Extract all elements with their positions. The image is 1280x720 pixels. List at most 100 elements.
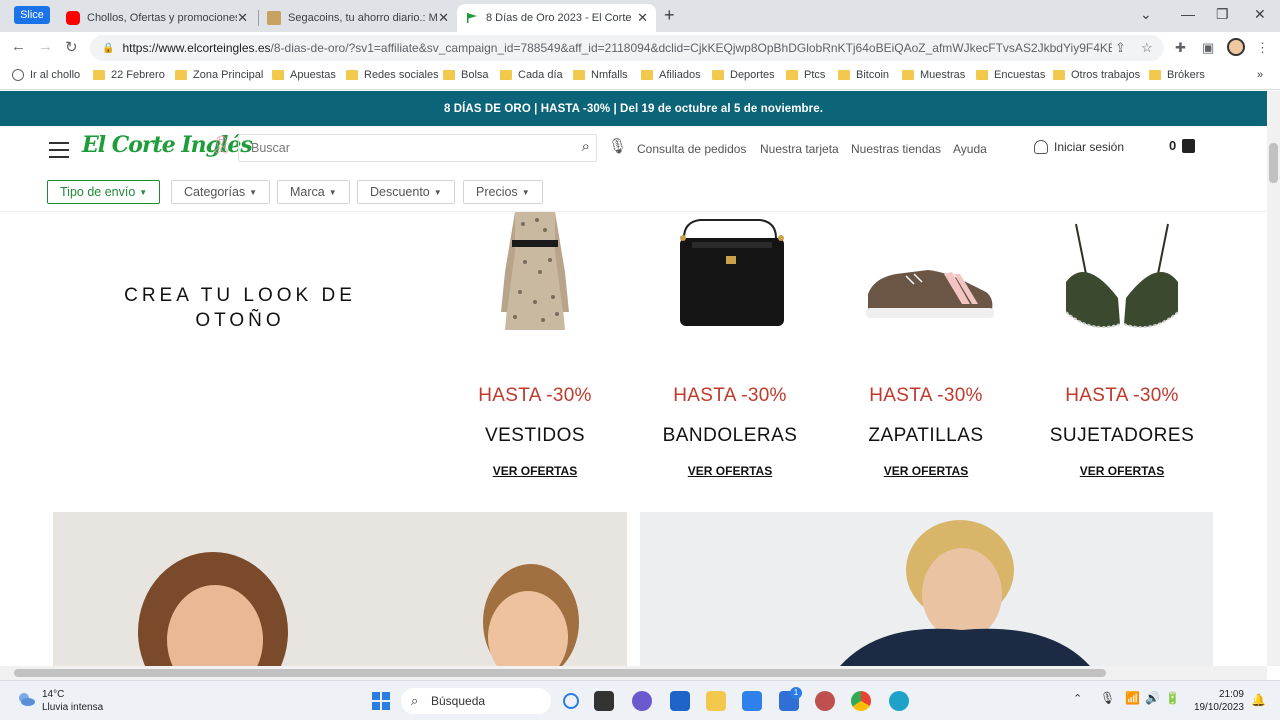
bookmark-folder[interactable]: Otros trabajos — [1053, 69, 1140, 81]
link-nuestras-tiendas[interactable]: Nuestras tiendas — [851, 142, 941, 156]
tab-elcorteingles-active[interactable]: 8 Días de Oro 2023 - El Corte Ing ✕ — [457, 4, 656, 32]
ver-ofertas-link[interactable]: VER OFERTAS — [1032, 464, 1212, 478]
bookmark-ir-al-chollo[interactable]: Ir al chollo — [12, 69, 80, 81]
side-panel-icon[interactable]: ▣ — [1202, 40, 1214, 56]
bookmarks-bar: Ir al chollo 22 Febrero Zona Principal A… — [0, 63, 1280, 90]
link-nuestra-tarjeta[interactable]: Nuestra tarjeta — [760, 142, 839, 156]
close-tab-icon[interactable]: ✕ — [637, 10, 648, 26]
profile-avatar[interactable] — [1227, 38, 1245, 56]
handbag-image[interactable] — [640, 212, 820, 337]
filter-tipo-envio[interactable]: Tipo de envío ▼ — [47, 180, 161, 204]
app-s-icon[interactable] — [670, 691, 690, 711]
slice-extension-button[interactable]: Slice — [14, 6, 50, 24]
bookmark-folder[interactable]: Apuestas — [272, 69, 336, 81]
teen-banner-image[interactable] — [640, 512, 1213, 666]
microphone-icon[interactable]: 🎙 — [608, 137, 627, 155]
bookmark-folder[interactable]: Nmfalls — [573, 69, 628, 81]
product-card-bandoleras[interactable]: HASTA -30% BANDOLERAS VER OFERTAS — [640, 212, 820, 478]
close-window-icon[interactable]: ✕ — [1254, 6, 1266, 23]
product-card-sujetadores[interactable]: HASTA -30% SUJETADORES VER OFERTAS — [1032, 212, 1212, 478]
taskbar-search-label: Búsqueda — [431, 694, 486, 708]
link-consulta-pedidos[interactable]: Consulta de pedidos — [637, 142, 746, 156]
bookmark-folder[interactable]: Cada día — [500, 69, 563, 81]
link-ayuda[interactable]: Ayuda — [953, 142, 987, 156]
windows-start-icon[interactable] — [372, 692, 390, 710]
teams-chat-icon[interactable] — [632, 691, 652, 711]
tab-segacoins[interactable]: Segacoins, tu ahorro diario.: Mej ✕ — [259, 4, 457, 32]
bookmark-folder[interactable]: 22 Febrero — [93, 69, 165, 81]
promo-banner[interactable]: 8 DÍAS DE ORO | HASTA -30% | Del 19 de o… — [0, 91, 1267, 126]
microphone-icon[interactable]: 🎙 — [1100, 691, 1115, 705]
bookmark-folder[interactable]: Ptcs — [786, 69, 825, 81]
menu-icon[interactable]: ⋮ — [1256, 40, 1269, 56]
bookmark-folder[interactable]: Encuestas — [976, 69, 1045, 81]
tab-chollos[interactable]: Chollos, Ofertas y promociones ✕ — [58, 4, 256, 32]
close-tab-icon[interactable]: ✕ — [237, 10, 248, 26]
volume-icon[interactable]: 🔊 — [1145, 691, 1160, 705]
bookmark-folder[interactable]: Brókers — [1149, 69, 1205, 81]
app-red-icon[interactable] — [815, 691, 835, 711]
extensions-icon[interactable]: ✚ — [1175, 40, 1186, 56]
bookmark-folder[interactable]: Afiliados — [641, 69, 701, 81]
cart-button[interactable]: 0 — [1169, 138, 1196, 153]
bookmark-folder[interactable]: Bolsa — [443, 69, 489, 81]
address-bar[interactable]: 🔒 https://www.elcorteingles.es/8-dias-de… — [90, 35, 1164, 61]
folder-icon — [902, 70, 914, 80]
product-card-zapatillas[interactable]: HASTA -30% ZAPATILLAS VER OFERTAS — [836, 212, 1016, 478]
scrollbar-thumb[interactable] — [1269, 143, 1278, 183]
wifi-icon[interactable]: 📶 — [1125, 691, 1140, 705]
bookmark-folder[interactable]: Muestras — [902, 69, 965, 81]
chrome-icon[interactable] — [851, 691, 871, 711]
weather-icon[interactable] — [16, 691, 36, 709]
battery-icon[interactable]: 🔋 — [1165, 691, 1180, 705]
horizontal-scrollbar[interactable] — [0, 666, 1267, 680]
edge-icon[interactable] — [889, 691, 909, 711]
vertical-scrollbar[interactable] — [1267, 91, 1280, 666]
clock-time: 21:09 — [1218, 689, 1244, 700]
share-icon[interactable]: ⇪ — [1115, 40, 1126, 56]
login-button[interactable]: Iniciar sesión — [1034, 140, 1124, 154]
search-icon[interactable]: ⌕ — [582, 138, 590, 155]
notification-bell-icon[interactable]: 🔔 — [1251, 693, 1266, 707]
browser-toolbar: ← → ↻ 🔒 https://www.elcorteingles.es/8-d… — [0, 32, 1280, 63]
product-card-vestidos[interactable]: HASTA -30% VESTIDOS VER OFERTAS — [445, 212, 625, 478]
sneaker-image[interactable] — [836, 212, 1016, 337]
bookmark-folder[interactable]: Redes sociales — [346, 69, 439, 81]
weather-temperature: 14°C — [42, 689, 65, 700]
bookmark-star-icon[interactable]: ☆ — [1141, 40, 1153, 56]
minimize-icon[interactable]: — — [1181, 6, 1195, 22]
globe-icon — [12, 69, 24, 81]
filter-descuento[interactable]: Descuento ▼ — [357, 180, 455, 204]
file-explorer-icon[interactable] — [706, 691, 726, 711]
more-bookmarks-icon[interactable]: » — [1257, 69, 1263, 81]
ver-ofertas-link[interactable]: VER OFERTAS — [640, 464, 820, 478]
filter-precios[interactable]: Precios ▼ — [463, 180, 543, 204]
pink-ribbon-icon: 🎗 — [210, 135, 233, 155]
bookmark-folder[interactable]: Deportes — [712, 69, 775, 81]
bra-image[interactable] — [1032, 212, 1212, 337]
ver-ofertas-link[interactable]: VER OFERTAS — [445, 464, 625, 478]
reload-icon[interactable]: ↻ — [65, 38, 78, 56]
bookmark-folder[interactable]: Zona Principal — [175, 69, 263, 81]
store-icon[interactable] — [742, 691, 762, 711]
forward-icon[interactable]: → — [38, 38, 53, 55]
scrollbar-thumb[interactable] — [14, 669, 1106, 677]
close-tab-icon[interactable]: ✕ — [438, 10, 449, 26]
clock[interactable]: 21:09 19/10/2023 — [1188, 688, 1244, 714]
search-input[interactable]: Buscar ⌕ — [238, 134, 597, 162]
taskbar-search-box[interactable]: ⌕ Búsqueda — [401, 688, 579, 714]
dress-image[interactable] — [445, 212, 625, 337]
kids-banner-image[interactable] — [53, 512, 627, 666]
chevron-up-icon[interactable]: ⌃ — [1073, 692, 1082, 705]
tab-search-icon[interactable]: ⌄ — [1140, 6, 1152, 23]
new-tab-button[interactable]: + — [664, 5, 675, 26]
back-icon[interactable]: ← — [11, 38, 26, 55]
filter-categorias[interactable]: Categorías ▼ — [171, 180, 271, 204]
task-view-icon[interactable] — [594, 691, 614, 711]
folder-icon — [976, 70, 988, 80]
maximize-icon[interactable]: ❐ — [1216, 6, 1229, 23]
filter-marca[interactable]: Marca ▼ — [277, 180, 350, 204]
ver-ofertas-link[interactable]: VER OFERTAS — [836, 464, 1016, 478]
bookmark-folder[interactable]: Bitcoin — [838, 69, 889, 81]
hamburger-menu-icon[interactable] — [49, 142, 69, 163]
